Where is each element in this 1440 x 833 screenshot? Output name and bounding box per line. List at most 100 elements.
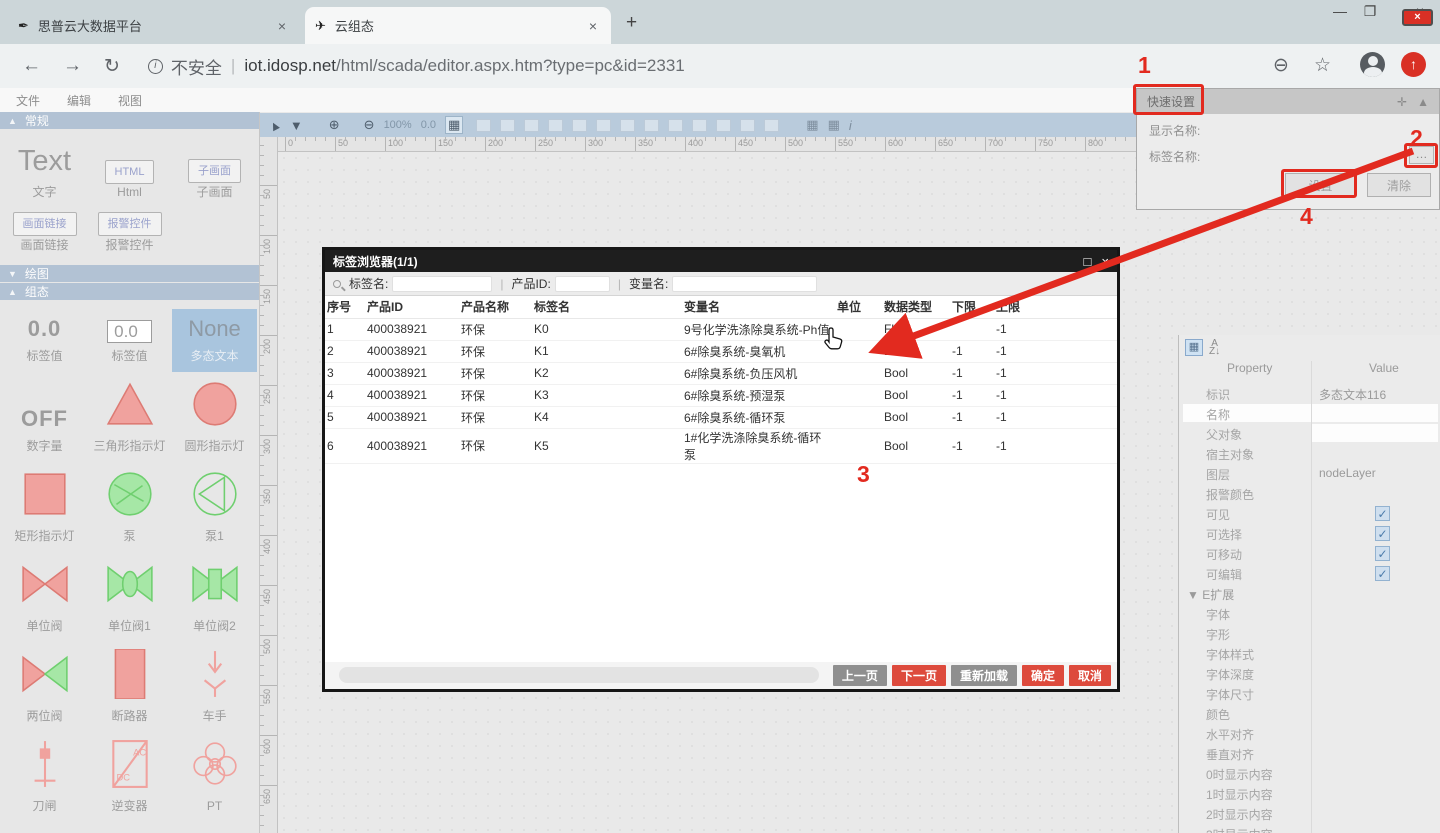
window-minimize-button[interactable]: — [1326,3,1354,19]
property-row-宿主对象[interactable]: 宿主对象 [1179,443,1440,463]
table-row[interactable]: 6400038921环保K51#化学洗涤除臭系统-循环泵Bool-1-1 [325,428,1117,463]
tool-item-PT[interactable]: PT [172,732,257,822]
column-header[interactable]: 产品名称 [459,296,532,318]
zoom-out-indicator-icon[interactable]: ⊖ [1273,54,1289,77]
section-expand-icon[interactable]: ▼ E扩展 [1187,586,1234,603]
property-row-报警颜色[interactable]: 报警颜色 [1179,483,1440,503]
pointer-tool-icon[interactable]: ▲ [265,115,283,134]
tool-item-矩形指示灯[interactable]: 矩形指示灯 [2,462,87,552]
align-tool-icon[interactable] [500,119,515,132]
filter-input[interactable] [555,276,610,292]
tool-item-数字量[interactable]: OFF数字量 [2,372,87,462]
grid-toggle-icon[interactable]: ▦ [445,116,463,134]
property-value-input[interactable] [1312,424,1438,442]
horizontal-scrollbar[interactable] [339,667,819,683]
dialog-titlebar[interactable]: 标签浏览器(1/1) □ × [325,250,1117,272]
tool-item-子画面[interactable]: 子画面子画面 [172,138,257,208]
window-restore-button[interactable]: ❐ [1356,3,1384,20]
info-icon[interactable]: i [148,59,163,74]
table-grid-icon[interactable]: ▦ [828,117,840,133]
property-row-0时显示内容[interactable]: 0时显示内容 [1179,763,1440,783]
property-row-可移动[interactable]: 可移动✓ [1179,543,1440,563]
menu-item-文件[interactable]: 文件 [16,92,40,109]
dialog-button-确定[interactable]: 确定 [1022,665,1064,686]
tool-item-Html[interactable]: HTMLHtml [87,138,172,208]
section-header-组态[interactable]: ▲组态 [0,283,259,300]
property-row-标识[interactable]: 标识多态文本116 [1179,383,1440,403]
align-tool-icon[interactable] [716,119,731,132]
align-tool-icon[interactable] [620,119,635,132]
checkbox-checked[interactable]: ✓ [1375,566,1390,581]
dialog-maximize-icon[interactable]: □ [1084,254,1092,269]
align-tool-icon[interactable] [572,119,587,132]
property-row-可编辑[interactable]: 可编辑✓ [1179,563,1440,583]
section-header-常规[interactable]: ▲常规 [0,112,259,129]
column-header[interactable]: 上限 [994,296,1038,318]
categorize-icon[interactable]: ▦ [1185,339,1203,356]
profile-avatar-icon[interactable] [1360,52,1385,77]
back-icon[interactable]: ← [22,55,41,77]
align-tool-icon[interactable] [764,119,779,132]
column-header[interactable]: 序号 [325,296,365,318]
browser-update-icon[interactable]: ↑ [1401,52,1426,77]
filter-input[interactable] [392,276,492,292]
menu-item-编辑[interactable]: 编辑 [67,92,91,109]
checkbox-checked[interactable]: ✓ [1375,506,1390,521]
section-header-绘图[interactable]: ▼绘图 [0,265,259,282]
tool-item-泵[interactable]: 泵 [87,462,172,552]
table-grid-icon[interactable]: ▦ [806,117,818,133]
filter-input[interactable] [672,276,817,292]
tool-item-逆变器[interactable]: ACDC逆变器 [87,732,172,822]
property-row-垂直对齐[interactable]: 垂直对齐 [1179,743,1440,763]
property-row-1时显示内容[interactable]: 1时显示内容 [1179,783,1440,803]
tool-item-断路器[interactable]: 断路器 [87,642,172,732]
browser-tab[interactable]: ✈云组态× [305,7,611,44]
zoom-out-icon[interactable]: ⊖ [364,117,375,133]
property-row-颜色[interactable]: 颜色 [1179,703,1440,723]
table-row[interactable]: 2400038921环保K16#除臭系统-臭氧机Bool-1-1 [325,340,1117,362]
align-tool-icon[interactable] [524,119,539,132]
align-tool-icon[interactable] [476,119,491,132]
browser-tab[interactable]: ✒思普云大数据平台× [8,7,300,44]
property-row-父对象[interactable]: 父对象 [1179,423,1440,443]
red-close-badge[interactable]: × [1402,9,1433,26]
property-row-图层[interactable]: 图层nodeLayer [1179,463,1440,483]
property-row-字体尺寸[interactable]: 字体尺寸 [1179,683,1440,703]
tool-item-两位阀[interactable]: 两位阀 [2,642,87,732]
zoom-in-icon[interactable]: ⊕ [329,117,340,133]
column-header[interactable]: 下限 [950,296,994,318]
dialog-button-取消[interactable]: 取消 [1069,665,1111,686]
property-row-字体[interactable]: 字体 [1179,603,1440,623]
az-sort-icon[interactable]: AZ↓ [1209,340,1220,356]
forward-icon[interactable]: → [63,55,82,77]
table-row[interactable]: 4400038921环保K36#除臭系统-预湿泵Bool-1-1 [325,384,1117,406]
bookmark-star-icon[interactable]: ☆ [1314,54,1331,77]
save-icon[interactable]: ▼ [290,118,303,133]
property-row-E扩展[interactable]: ▼ E扩展 [1179,583,1440,603]
collapse-triangle-icon[interactable]: ▲ [1417,95,1429,109]
checkbox-checked[interactable]: ✓ [1375,526,1390,541]
property-input[interactable] [1183,404,1311,422]
property-row-可选择[interactable]: 可选择✓ [1179,523,1440,543]
align-tool-icon[interactable] [668,119,683,132]
menu-item-视图[interactable]: 视图 [118,92,142,109]
tool-item-标签值[interactable]: 0.0标签值 [87,309,172,372]
tool-item-单位阀[interactable]: 单位阀 [2,552,87,642]
column-header[interactable]: 变量名 [682,296,835,318]
table-row[interactable]: 1400038921环保K09号化学洗涤除臭系统-Ph值Float-1 [325,318,1117,340]
align-tool-icon[interactable] [596,119,611,132]
info-icon[interactable]: i [849,118,852,133]
new-tab-button[interactable]: + [626,12,637,34]
tool-item-泵1[interactable]: 泵1 [172,462,257,552]
tool-item-标签值[interactable]: 0.0标签值 [2,309,87,372]
dialog-button-下一页[interactable]: 下一页 [892,665,946,686]
align-tool-icon[interactable] [548,119,563,132]
url-field[interactable]: i 不安全 | iot.idosp.net/html/scada/editor.… [148,54,685,79]
fit-icon[interactable]: ✛ [1397,95,1407,109]
align-tool-icon[interactable] [644,119,659,132]
tool-item-刀闸[interactable]: 刀闸 [2,732,87,822]
align-tool-icon[interactable] [692,119,707,132]
reload-icon[interactable]: ↻ [104,55,120,78]
column-header[interactable]: 标签名 [532,296,682,318]
property-row-水平对齐[interactable]: 水平对齐 [1179,723,1440,743]
